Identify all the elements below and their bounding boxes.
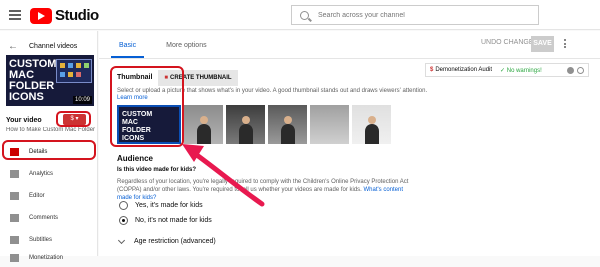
- radio-made-for-kids[interactable]: Yes, it's made for kids: [119, 201, 203, 210]
- tab-basic[interactable]: Basic: [111, 31, 145, 58]
- sidebar-item-comments[interactable]: Comments: [0, 209, 98, 227]
- thumbnail-option-auto-4[interactable]: [310, 105, 349, 144]
- menu-icon[interactable]: [9, 10, 21, 20]
- demonetization-audit[interactable]: $ Demonetization Audit ✓ No warnings!: [425, 63, 589, 77]
- analytics-icon: [10, 170, 19, 178]
- more-vert-icon[interactable]: [564, 39, 567, 50]
- subtitles-icon: [10, 236, 19, 244]
- sidebar-item-label: Analytics: [29, 171, 54, 177]
- thumbnail-option-auto-1[interactable]: [184, 105, 223, 144]
- audience-heading: Audience: [117, 154, 154, 163]
- thumbnail-highlight-box: [110, 66, 184, 147]
- duration-badge: 10:09: [72, 96, 92, 104]
- search-input[interactable]: [318, 11, 518, 19]
- divider: [99, 58, 600, 59]
- video-title: How to Make Custom Mac Folder Ic...: [6, 127, 96, 133]
- monetization-highlight-box: [56, 111, 91, 127]
- tab-bar: Basic More options: [111, 31, 229, 58]
- age-restriction-label: Age restriction (advanced): [134, 238, 216, 245]
- screenshot-graphic: [56, 59, 92, 83]
- sidebar-item-editor[interactable]: Editor: [0, 187, 98, 205]
- demonetization-label: Demonetization Audit: [435, 67, 493, 73]
- dollar-icon: $: [430, 67, 434, 73]
- dollar-icon: [10, 254, 19, 262]
- radio-label: No, it's not made for kids: [135, 217, 212, 224]
- arrow-back-icon: ←: [8, 41, 18, 52]
- settings-icon[interactable]: [577, 67, 584, 74]
- sidebar-item-monetization[interactable]: Monetization: [0, 249, 98, 267]
- person-image: [238, 116, 253, 144]
- radio-not-made-for-kids[interactable]: No, it's not made for kids: [119, 216, 212, 225]
- undo-changes-button[interactable]: UNDO CHANGES: [481, 39, 538, 46]
- age-restriction-toggle[interactable]: Age restriction (advanced): [117, 236, 216, 245]
- person-image: [364, 116, 379, 144]
- radio-label: Yes, it's made for kids: [135, 202, 203, 209]
- sidebar-item-analytics[interactable]: Analytics: [0, 165, 98, 183]
- person-image: [280, 116, 295, 144]
- status-value: No warnings!: [506, 67, 542, 74]
- top-bar: Studio: [0, 0, 600, 30]
- tab-more-options[interactable]: More options: [166, 31, 206, 58]
- made-for-kids-question: Is this video made for kids?: [117, 167, 197, 173]
- studio-logo[interactable]: Studio: [30, 7, 99, 24]
- details-highlight-box: [2, 140, 96, 160]
- search-icon: [300, 10, 309, 20]
- chevron-down-icon: [117, 236, 126, 244]
- coppa-paragraph: Regardless of your location, you're lega…: [117, 178, 417, 202]
- person-image: [196, 116, 211, 144]
- save-button[interactable]: SAVE: [531, 36, 554, 52]
- sidebar-item-label: Editor: [29, 193, 45, 199]
- sidebar-item-label: Subtitles: [29, 237, 53, 243]
- main-panel: Basic More options UNDO CHANGES SAVE $ D…: [99, 31, 600, 256]
- youtube-logo-icon: [30, 7, 52, 24]
- radio-circle[interactable]: [119, 201, 128, 210]
- sidebar: ← Channel videos CUSTOM MAC FOLDER ICONS…: [0, 31, 98, 262]
- search-box[interactable]: [291, 5, 539, 25]
- logo-text: Studio: [55, 7, 99, 24]
- editor-icon: [10, 192, 19, 200]
- your-video-label: Your video: [6, 117, 42, 124]
- radio-circle-selected[interactable]: [119, 216, 128, 225]
- thumbnail-option-auto-2[interactable]: [226, 105, 265, 144]
- sidebar-item-label: Comments: [29, 215, 59, 221]
- thumb-line: ICONS: [9, 91, 44, 103]
- thumbnail-option-auto-5[interactable]: [352, 105, 391, 144]
- video-thumbnail[interactable]: CUSTOM MAC FOLDER ICONS 10:09: [6, 55, 94, 106]
- sidebar-item-subtitles[interactable]: Subtitles: [0, 231, 98, 249]
- comments-icon: [10, 214, 19, 222]
- thumbnail-option-auto-3[interactable]: [268, 105, 307, 144]
- help-icon[interactable]: [567, 67, 574, 74]
- status-text: ✓ No warnings!: [500, 67, 542, 74]
- back-to-channel-videos[interactable]: ← Channel videos: [8, 41, 77, 52]
- back-label: Channel videos: [29, 43, 78, 50]
